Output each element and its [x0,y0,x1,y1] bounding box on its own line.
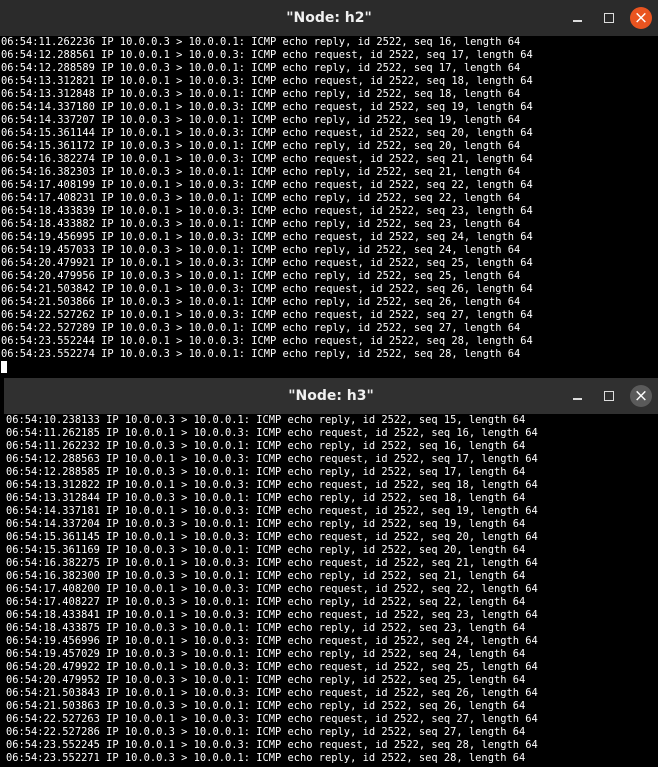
close-icon[interactable] [630,385,652,407]
terminal-line: 06:54:21.503863 IP 10.0.0.3 > 10.0.0.1: … [6,700,526,712]
terminal-line: 06:54:14.337207 IP 10.0.0.3 > 10.0.0.1: … [1,114,521,126]
window-title: "Node: h3" [288,388,374,404]
terminal-output[interactable]: 06:54:11.262236 IP 10.0.0.3 > 10.0.0.1: … [0,36,658,378]
terminal-line: 06:54:12.288585 IP 10.0.0.3 > 10.0.0.1: … [6,466,526,478]
terminal-window-h2[interactable]: "Node: h2" 06:54:11.262236 IP 10.0.0.3 >… [0,0,658,378]
terminal-line: 06:54:13.312821 IP 10.0.0.1 > 10.0.0.3: … [1,75,533,87]
terminal-line: 06:54:14.337204 IP 10.0.0.3 > 10.0.0.1: … [6,518,526,530]
window-controls [566,378,652,414]
terminal-line: 06:54:15.361145 IP 10.0.0.1 > 10.0.0.3: … [6,531,538,543]
terminal-line: 06:54:17.408231 IP 10.0.0.3 > 10.0.0.1: … [1,192,521,204]
terminal-line: 06:54:11.262232 IP 10.0.0.3 > 10.0.0.1: … [6,440,526,452]
terminal-line: 06:54:18.433882 IP 10.0.0.3 > 10.0.0.1: … [1,218,521,230]
window-controls [566,0,652,36]
terminal-line: 06:54:23.552274 IP 10.0.0.3 > 10.0.0.1: … [1,348,521,360]
minimize-icon[interactable] [566,385,588,407]
terminal-line: 06:54:20.479921 IP 10.0.0.1 > 10.0.0.3: … [1,257,533,269]
terminal-line: 06:54:22.527286 IP 10.0.0.3 > 10.0.0.1: … [6,726,526,738]
terminal-line: 06:54:22.527289 IP 10.0.0.3 > 10.0.0.1: … [1,322,521,334]
minimize-icon[interactable] [566,7,588,29]
terminal-line: 06:54:21.503866 IP 10.0.0.3 > 10.0.0.1: … [1,296,521,308]
terminal-line: 06:54:17.408199 IP 10.0.0.1 > 10.0.0.3: … [1,179,533,191]
terminal-line: 06:54:14.337181 IP 10.0.0.1 > 10.0.0.3: … [6,505,538,517]
terminal-line: 06:54:21.503842 IP 10.0.0.1 > 10.0.0.3: … [1,283,533,295]
terminal-line: 06:54:13.312848 IP 10.0.0.3 > 10.0.0.1: … [1,88,521,100]
terminal-line: 06:54:11.262236 IP 10.0.0.3 > 10.0.0.1: … [1,36,521,48]
cursor-icon [1,361,7,373]
terminal-line: 06:54:20.479952 IP 10.0.0.3 > 10.0.0.1: … [6,674,526,686]
terminal-output[interactable]: 06:54:10.238133 IP 10.0.0.3 > 10.0.0.1: … [4,414,658,767]
terminal-line: 06:54:12.288589 IP 10.0.0.3 > 10.0.0.1: … [1,62,521,74]
maximize-icon[interactable] [598,7,620,29]
terminal-line: 06:54:19.457033 IP 10.0.0.3 > 10.0.0.1: … [1,244,521,256]
terminal-line: 06:54:18.433841 IP 10.0.0.1 > 10.0.0.3: … [6,609,538,621]
title-bar[interactable]: "Node: h3" [4,378,658,414]
terminal-line: 06:54:19.456996 IP 10.0.0.1 > 10.0.0.3: … [6,635,538,647]
terminal-line: 06:54:17.408200 IP 10.0.0.1 > 10.0.0.3: … [6,583,538,595]
window-title: "Node: h2" [286,10,372,26]
terminal-line: 06:54:23.552245 IP 10.0.0.1 > 10.0.0.3: … [6,739,538,751]
terminal-line: 06:54:20.479922 IP 10.0.0.1 > 10.0.0.3: … [6,661,538,673]
terminal-line: 06:54:19.457029 IP 10.0.0.3 > 10.0.0.1: … [6,648,526,660]
terminal-line: 06:54:16.382275 IP 10.0.0.1 > 10.0.0.3: … [6,557,538,569]
terminal-line: 06:54:13.312844 IP 10.0.0.3 > 10.0.0.1: … [6,492,526,504]
terminal-line: 06:54:13.312822 IP 10.0.0.1 > 10.0.0.3: … [6,479,538,491]
terminal-window-h3[interactable]: "Node: h3" 06:54:10.238133 IP 10.0.0.3 >… [4,378,658,767]
terminal-line: 06:54:23.552244 IP 10.0.0.1 > 10.0.0.3: … [1,335,533,347]
terminal-line: 06:54:16.382303 IP 10.0.0.3 > 10.0.0.1: … [1,166,521,178]
terminal-line: 06:54:15.361172 IP 10.0.0.3 > 10.0.0.1: … [1,140,521,152]
terminal-line: 06:54:16.382274 IP 10.0.0.1 > 10.0.0.3: … [1,153,533,165]
terminal-line: 06:54:22.527262 IP 10.0.0.1 > 10.0.0.3: … [1,309,533,321]
terminal-line: 06:54:21.503843 IP 10.0.0.1 > 10.0.0.3: … [6,687,538,699]
terminal-line: 06:54:15.361169 IP 10.0.0.3 > 10.0.0.1: … [6,544,526,556]
terminal-line: 06:54:11.262185 IP 10.0.0.1 > 10.0.0.3: … [6,427,538,439]
terminal-line: 06:54:22.527263 IP 10.0.0.1 > 10.0.0.3: … [6,713,538,725]
terminal-line: 06:54:18.433875 IP 10.0.0.3 > 10.0.0.1: … [6,622,526,634]
terminal-line: 06:54:20.479956 IP 10.0.0.3 > 10.0.0.1: … [1,270,521,282]
terminal-line: 06:54:16.382300 IP 10.0.0.3 > 10.0.0.1: … [6,570,526,582]
terminal-line: 06:54:15.361144 IP 10.0.0.1 > 10.0.0.3: … [1,127,533,139]
terminal-line: 06:54:23.552271 IP 10.0.0.3 > 10.0.0.1: … [6,752,526,764]
close-icon[interactable] [630,7,652,29]
terminal-line: 06:54:12.288561 IP 10.0.0.1 > 10.0.0.3: … [1,49,533,61]
prompt-line[interactable] [1,361,658,374]
maximize-icon[interactable] [598,385,620,407]
terminal-line: 06:54:17.408227 IP 10.0.0.3 > 10.0.0.1: … [6,596,526,608]
terminal-line: 06:54:12.288563 IP 10.0.0.1 > 10.0.0.3: … [6,453,538,465]
title-bar[interactable]: "Node: h2" [0,0,658,36]
terminal-line: 06:54:19.456995 IP 10.0.0.1 > 10.0.0.3: … [1,231,533,243]
terminal-line: 06:54:10.238133 IP 10.0.0.3 > 10.0.0.1: … [6,414,526,426]
terminal-line: 06:54:14.337180 IP 10.0.0.1 > 10.0.0.3: … [1,101,533,113]
terminal-line: 06:54:18.433839 IP 10.0.0.1 > 10.0.0.3: … [1,205,533,217]
